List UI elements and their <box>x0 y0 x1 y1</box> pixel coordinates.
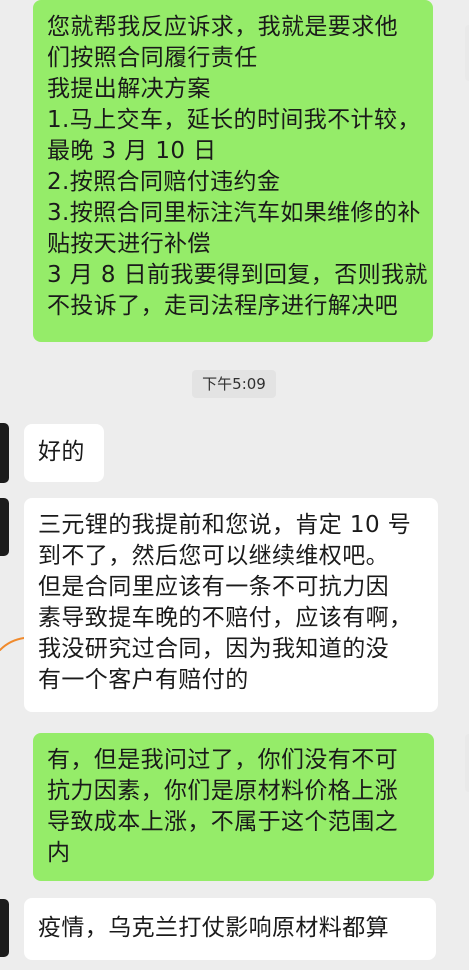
message-bubble-sent[interactable]: 有，但是我问过了，你们没有不可 抗力因素，你们是原材料价格上涨 导致成本上涨，不… <box>33 733 434 881</box>
message-text: 2.按照合同赔付违约金 <box>47 169 281 195</box>
message-text: 内 <box>47 840 71 866</box>
message-text: 最晚 3 月 10 日 <box>47 138 217 164</box>
message-text: 素导致提车晚的不赔付，应该有啊， <box>38 605 413 631</box>
message-text: 贴按天进行补偿 <box>47 231 211 257</box>
message-text: 3.按照合同里标注汽车如果维修的补 <box>47 200 421 226</box>
message-text: 三元锂的我提前和您说，肯定 10 号 <box>38 512 412 538</box>
message-bubble-received[interactable]: 三元锂的我提前和您说，肯定 10 号 到不了，然后您可以继续维权吧。 但是合同里… <box>24 498 438 712</box>
message-text: 我没研究过合同，因为我知道的没 <box>38 636 389 662</box>
message-bubble-sent[interactable]: 您就帮我反应诉求，我就是要求他 们按照合同履行责任 我提出解决方案 1.马上交车… <box>33 0 433 342</box>
message-text: 有，但是我问过了，你们没有不可 <box>47 747 398 773</box>
user-avatar[interactable] <box>465 25 469 81</box>
message-bubble-received[interactable]: 好的 <box>24 424 104 482</box>
message-text: 到不了，然后您可以继续维权吧。 <box>38 543 389 569</box>
message-text: 不投诉了，走司法程序进行解决吧 <box>47 293 398 319</box>
chat-conversation[interactable]: 您就帮我反应诉求，我就是要求他 们按照合同履行责任 我提出解决方案 1.马上交车… <box>0 0 469 970</box>
message-text: 3 月 8 日前我要得到回复，否则我就 <box>47 262 428 288</box>
message-text: 但是合同里应该有一条不可抗力因 <box>38 574 389 600</box>
user-avatar[interactable] <box>465 734 469 792</box>
message-text: 好的 <box>38 439 85 465</box>
message-text: 您就帮我反应诉求，我就是要求他 <box>47 14 398 40</box>
message-text: 有一个客户有赔付的 <box>38 667 249 693</box>
message-text: 疫情，乌克兰打仗影响原材料都算 <box>38 915 389 941</box>
message-bubble-received[interactable]: 疫情，乌克兰打仗影响原材料都算 <box>24 898 436 960</box>
message-text: 我提出解决方案 <box>47 76 211 102</box>
contact-avatar[interactable] <box>0 498 9 556</box>
message-text: 们按照合同履行责任 <box>47 45 258 71</box>
message-text: 1.马上交车，延长的时间我不计较， <box>47 107 421 133</box>
contact-avatar[interactable] <box>0 899 9 957</box>
contact-avatar[interactable] <box>0 423 9 483</box>
message-text: 导致成本上涨，不属于这个范围之 <box>47 809 398 835</box>
message-text: 抗力因素，你们是原材料价格上涨 <box>47 778 398 804</box>
message-timestamp: 下午5:09 <box>192 370 276 398</box>
